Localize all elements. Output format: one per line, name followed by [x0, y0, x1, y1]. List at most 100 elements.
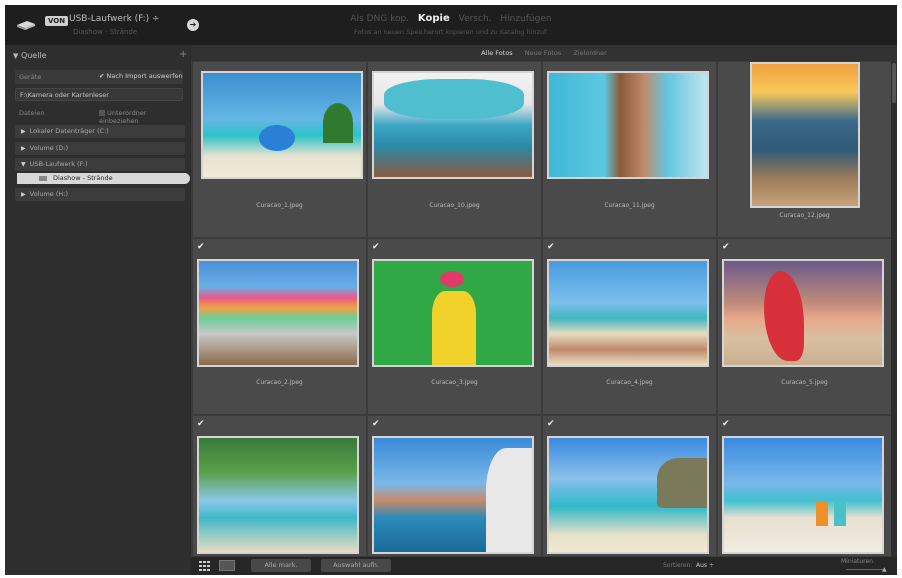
photo-thumbnail-drinks-beach[interactable]	[722, 436, 884, 554]
red-dress-shape	[764, 271, 804, 361]
photo-thumbnail-harbor-ship[interactable]	[372, 436, 534, 554]
tab-all-photos[interactable]: Alle Fotos	[481, 45, 513, 61]
file-name: Curacao_4.jpeg	[606, 379, 653, 386]
folder-label: Diashow - Strände	[53, 174, 113, 182]
mode-add[interactable]: Hinzufügen	[500, 14, 551, 24]
source-section-header[interactable]: ▼ Quelle	[13, 51, 47, 60]
photo-cell[interactable]: Curacao_1.jpeg	[193, 62, 367, 238]
device-row: Geräte ✔ Nach Import auswerfen	[15, 70, 183, 84]
file-name: Curacao_3.jpeg	[431, 379, 478, 386]
photo-cell[interactable]: ✔ Curacao_2.jpeg	[193, 239, 367, 415]
source-section-title: Quelle	[20, 51, 47, 60]
cliff-shape	[657, 458, 707, 508]
triangle-right-icon: ▶	[21, 128, 26, 135]
checkmark-icon[interactable]: ✔	[197, 419, 205, 429]
feather-shape	[384, 79, 524, 119]
mode-description: Fotos an neuen Speicherort kopieren und …	[354, 28, 548, 36]
mode-copy[interactable]: Kopie	[418, 13, 450, 24]
photo-thumbnail-woman-green-wall[interactable]	[372, 259, 534, 367]
tab-destination-folders[interactable]: Zielordner	[573, 45, 607, 61]
include-subfolders-label: Unterordner einbeziehen	[99, 109, 147, 125]
sort-select[interactable]: Aus ÷	[696, 562, 714, 569]
files-row: Dateien Unterordner einbeziehen	[15, 106, 183, 125]
grid-scrollbar[interactable]	[891, 61, 897, 557]
blue-drink-shape	[834, 500, 846, 526]
photo-thumbnail-red-dress[interactable]	[722, 259, 884, 367]
photo-thumbnail-bay-cliff[interactable]	[547, 436, 709, 554]
photo-cell[interactable]: Curacao_11.jpeg	[543, 62, 717, 238]
triangle-right-icon: ▶	[21, 191, 26, 198]
volume-label: Volume (H:)	[29, 190, 69, 198]
checkmark-icon[interactable]: ✔	[722, 242, 730, 252]
photo-cell[interactable]: ✔ Curacao_3.jpeg	[368, 239, 542, 415]
loupe-view-icon[interactable]	[219, 560, 235, 571]
palm-shape	[323, 103, 353, 143]
thumbnail-size-label: Miniaturen	[841, 558, 873, 565]
photo-cell[interactable]: Curacao_12.jpeg	[718, 62, 892, 238]
checkmark-icon[interactable]: ✔	[547, 242, 555, 252]
orange-drink-shape	[816, 502, 828, 526]
checkmark-icon[interactable]: ✔	[547, 419, 555, 429]
photo-thumbnail-sunset-waves[interactable]	[750, 62, 860, 208]
filter-tabs: Alle Fotos Neue Fotos Zielordner	[191, 45, 897, 61]
mode-move[interactable]: Versch.	[459, 14, 492, 24]
files-label: Dateien	[19, 109, 45, 117]
check-all-button[interactable]: Alle mark.	[251, 559, 311, 572]
umbrella-shape	[259, 125, 295, 151]
file-name: Curacao_10.jpeg	[429, 202, 480, 209]
device-label: Geräte	[19, 73, 42, 81]
device-input[interactable]: F:\Kamera oder Kartenleser	[15, 88, 183, 101]
scrollbar-thumb[interactable]	[892, 63, 896, 103]
photo-grid-area: Alle Fotos Neue Fotos Zielordner Curacao…	[191, 45, 897, 557]
tab-new-photos[interactable]: Neue Fotos	[525, 45, 561, 61]
volume-label: Volume (D:)	[29, 144, 69, 152]
photo-cell[interactable]: ✔	[368, 416, 542, 557]
grid-toolbar: Alle mark. Auswahl aufh. Sortieren: Aus …	[191, 557, 897, 575]
file-name: Curacao_11.jpeg	[604, 202, 655, 209]
triangle-down-icon: ▼	[13, 52, 19, 60]
grid-view-icon[interactable]	[199, 561, 213, 571]
mode-dng-copy[interactable]: Als DNG kop.	[350, 14, 409, 24]
include-subfolders-checkbox[interactable]: Unterordner einbeziehen	[99, 109, 183, 125]
folder-item-selected[interactable]: Diashow - Strände	[17, 173, 190, 184]
checkmark-icon[interactable]: ✔	[197, 242, 205, 252]
triangle-right-icon: ▶	[21, 145, 26, 152]
lightroom-import-dialog: VON USB-Laufwerk (F:) ÷ Diashow - Stränd…	[5, 5, 897, 575]
photo-cell[interactable]: ✔	[193, 416, 367, 557]
volume-item-c[interactable]: ▶ Lokaler Datenträger (C:)	[15, 125, 185, 138]
file-name: Curacao_1.jpeg	[256, 202, 303, 209]
slider-knob-icon[interactable]: ▲	[882, 566, 887, 573]
head-wrap-shape	[440, 271, 464, 287]
triangle-down-icon: ▼	[21, 161, 26, 168]
photo-cell[interactable]: ✔ Curacao_5.jpeg	[718, 239, 892, 415]
photo-cell[interactable]: ✔	[543, 416, 717, 557]
photo-cell[interactable]: Curacao_10.jpeg	[368, 62, 542, 238]
photo-thumbnail-cocktail-beach[interactable]	[547, 259, 709, 367]
eject-after-import-label: Nach Import auswerfen	[106, 72, 183, 80]
add-source-icon[interactable]: +	[179, 49, 187, 60]
yellow-dress-shape	[432, 291, 476, 365]
file-name: Curacao_2.jpeg	[256, 379, 303, 386]
thumbnail-size-slider[interactable]	[846, 569, 884, 570]
checkmark-icon: ✔	[99, 72, 105, 80]
import-mode-selector: Als DNG kop. Kopie Versch. Hinzufügen	[5, 13, 897, 24]
photo-thumbnail-carnival-dancers[interactable]	[372, 71, 534, 179]
checkmark-icon[interactable]: ✔	[722, 419, 730, 429]
source-panel: ▼ Quelle + Geräte ✔ Nach Import auswerfe…	[5, 45, 190, 575]
file-name: Curacao_5.jpeg	[781, 379, 828, 386]
uncheck-all-button[interactable]: Auswahl aufh.	[321, 559, 391, 572]
volume-item-h[interactable]: ▶ Volume (H:)	[15, 188, 185, 201]
photo-thumbnail-palm-leaf[interactable]	[197, 436, 359, 554]
volume-item-d[interactable]: ▶ Volume (D:)	[15, 142, 185, 155]
photo-cell[interactable]: ✔ Curacao_4.jpeg	[543, 239, 717, 415]
checkmark-icon[interactable]: ✔	[372, 419, 380, 429]
volume-item-f[interactable]: ▼ USB-Laufwerk (F:)	[15, 158, 185, 171]
file-name: Curacao_12.jpeg	[779, 212, 830, 219]
photo-cell[interactable]: ✔	[718, 416, 892, 557]
checkbox-icon	[99, 110, 105, 116]
photo-thumbnail-beach-lounger[interactable]	[201, 71, 363, 179]
eject-after-import-checkbox[interactable]: ✔ Nach Import auswerfen	[99, 72, 183, 80]
photo-thumbnail-colorful-houses[interactable]	[197, 259, 359, 367]
checkmark-icon[interactable]: ✔	[372, 242, 380, 252]
photo-thumbnail-woman-beach[interactable]	[547, 71, 709, 179]
